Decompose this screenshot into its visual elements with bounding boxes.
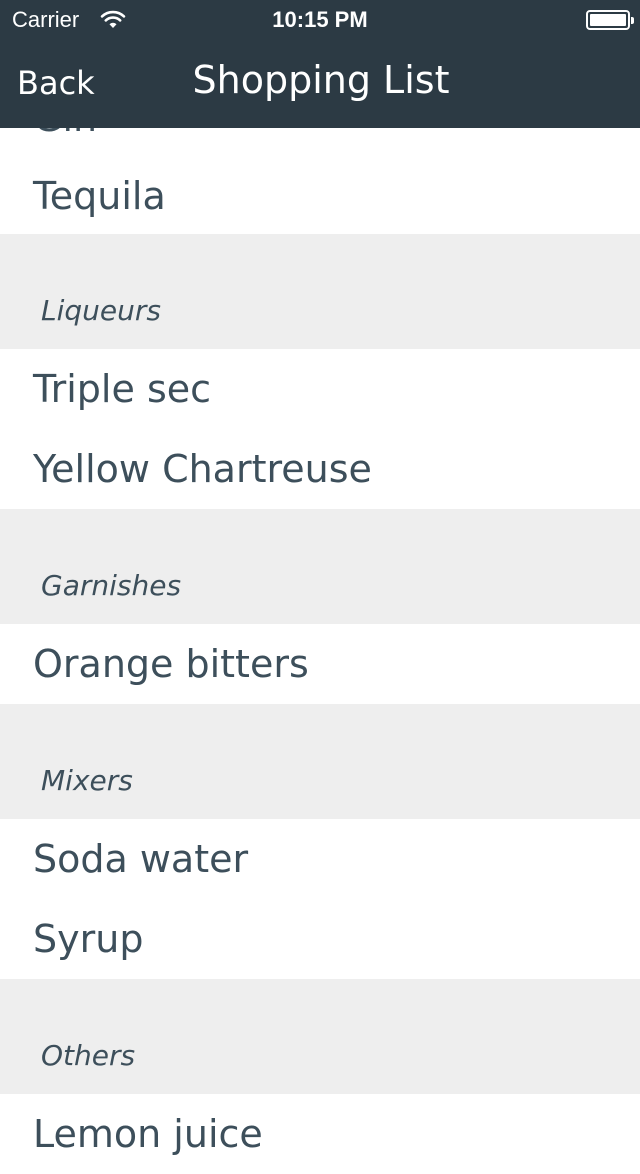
status-bar: Carrier 10:15 PM	[0, 0, 640, 40]
section-label: Mixers	[41, 764, 133, 797]
list-item[interactable]: Triple sec	[0, 349, 640, 429]
section-label: Liqueurs	[41, 294, 161, 327]
status-time: 10:15 PM	[272, 7, 368, 32]
navigation-bar: Carrier 10:15 PM Back Shopping List	[0, 0, 640, 128]
list-item[interactable]: Syrup	[0, 899, 640, 979]
section-header-liqueurs: Liqueurs	[0, 234, 640, 349]
shopping-list: Gin Tequila Liqueurs Triple sec Yellow C…	[0, 0, 640, 1174]
page-title-text: Shopping List	[192, 58, 450, 102]
list-item-label: Tequila	[33, 174, 166, 218]
list-item[interactable]: Tequila	[0, 156, 640, 236]
list-item-label: Yellow Chartreuse	[33, 447, 372, 491]
list-item-label: Triple sec	[33, 367, 212, 411]
section-header-mixers: Mixers	[0, 704, 640, 819]
section-label: Others	[41, 1039, 136, 1072]
section-header-garnishes: Garnishes	[0, 509, 640, 624]
section-header-others: Others	[0, 979, 640, 1094]
list-item-label: Orange bitters	[33, 642, 309, 686]
page-title: Shopping List	[0, 58, 640, 102]
battery-icon	[586, 10, 634, 30]
list-item-label: Lemon juice	[33, 1112, 263, 1156]
list-item-label: Syrup	[33, 917, 144, 961]
list-item[interactable]: Yellow Chartreuse	[0, 429, 640, 509]
list-item[interactable]: Orange bitters	[0, 624, 640, 704]
list-item-label: Soda water	[33, 837, 249, 881]
list-item[interactable]: Lemon juice	[0, 1094, 640, 1174]
list-item[interactable]: Soda water	[0, 819, 640, 899]
section-label: Garnishes	[41, 569, 182, 602]
